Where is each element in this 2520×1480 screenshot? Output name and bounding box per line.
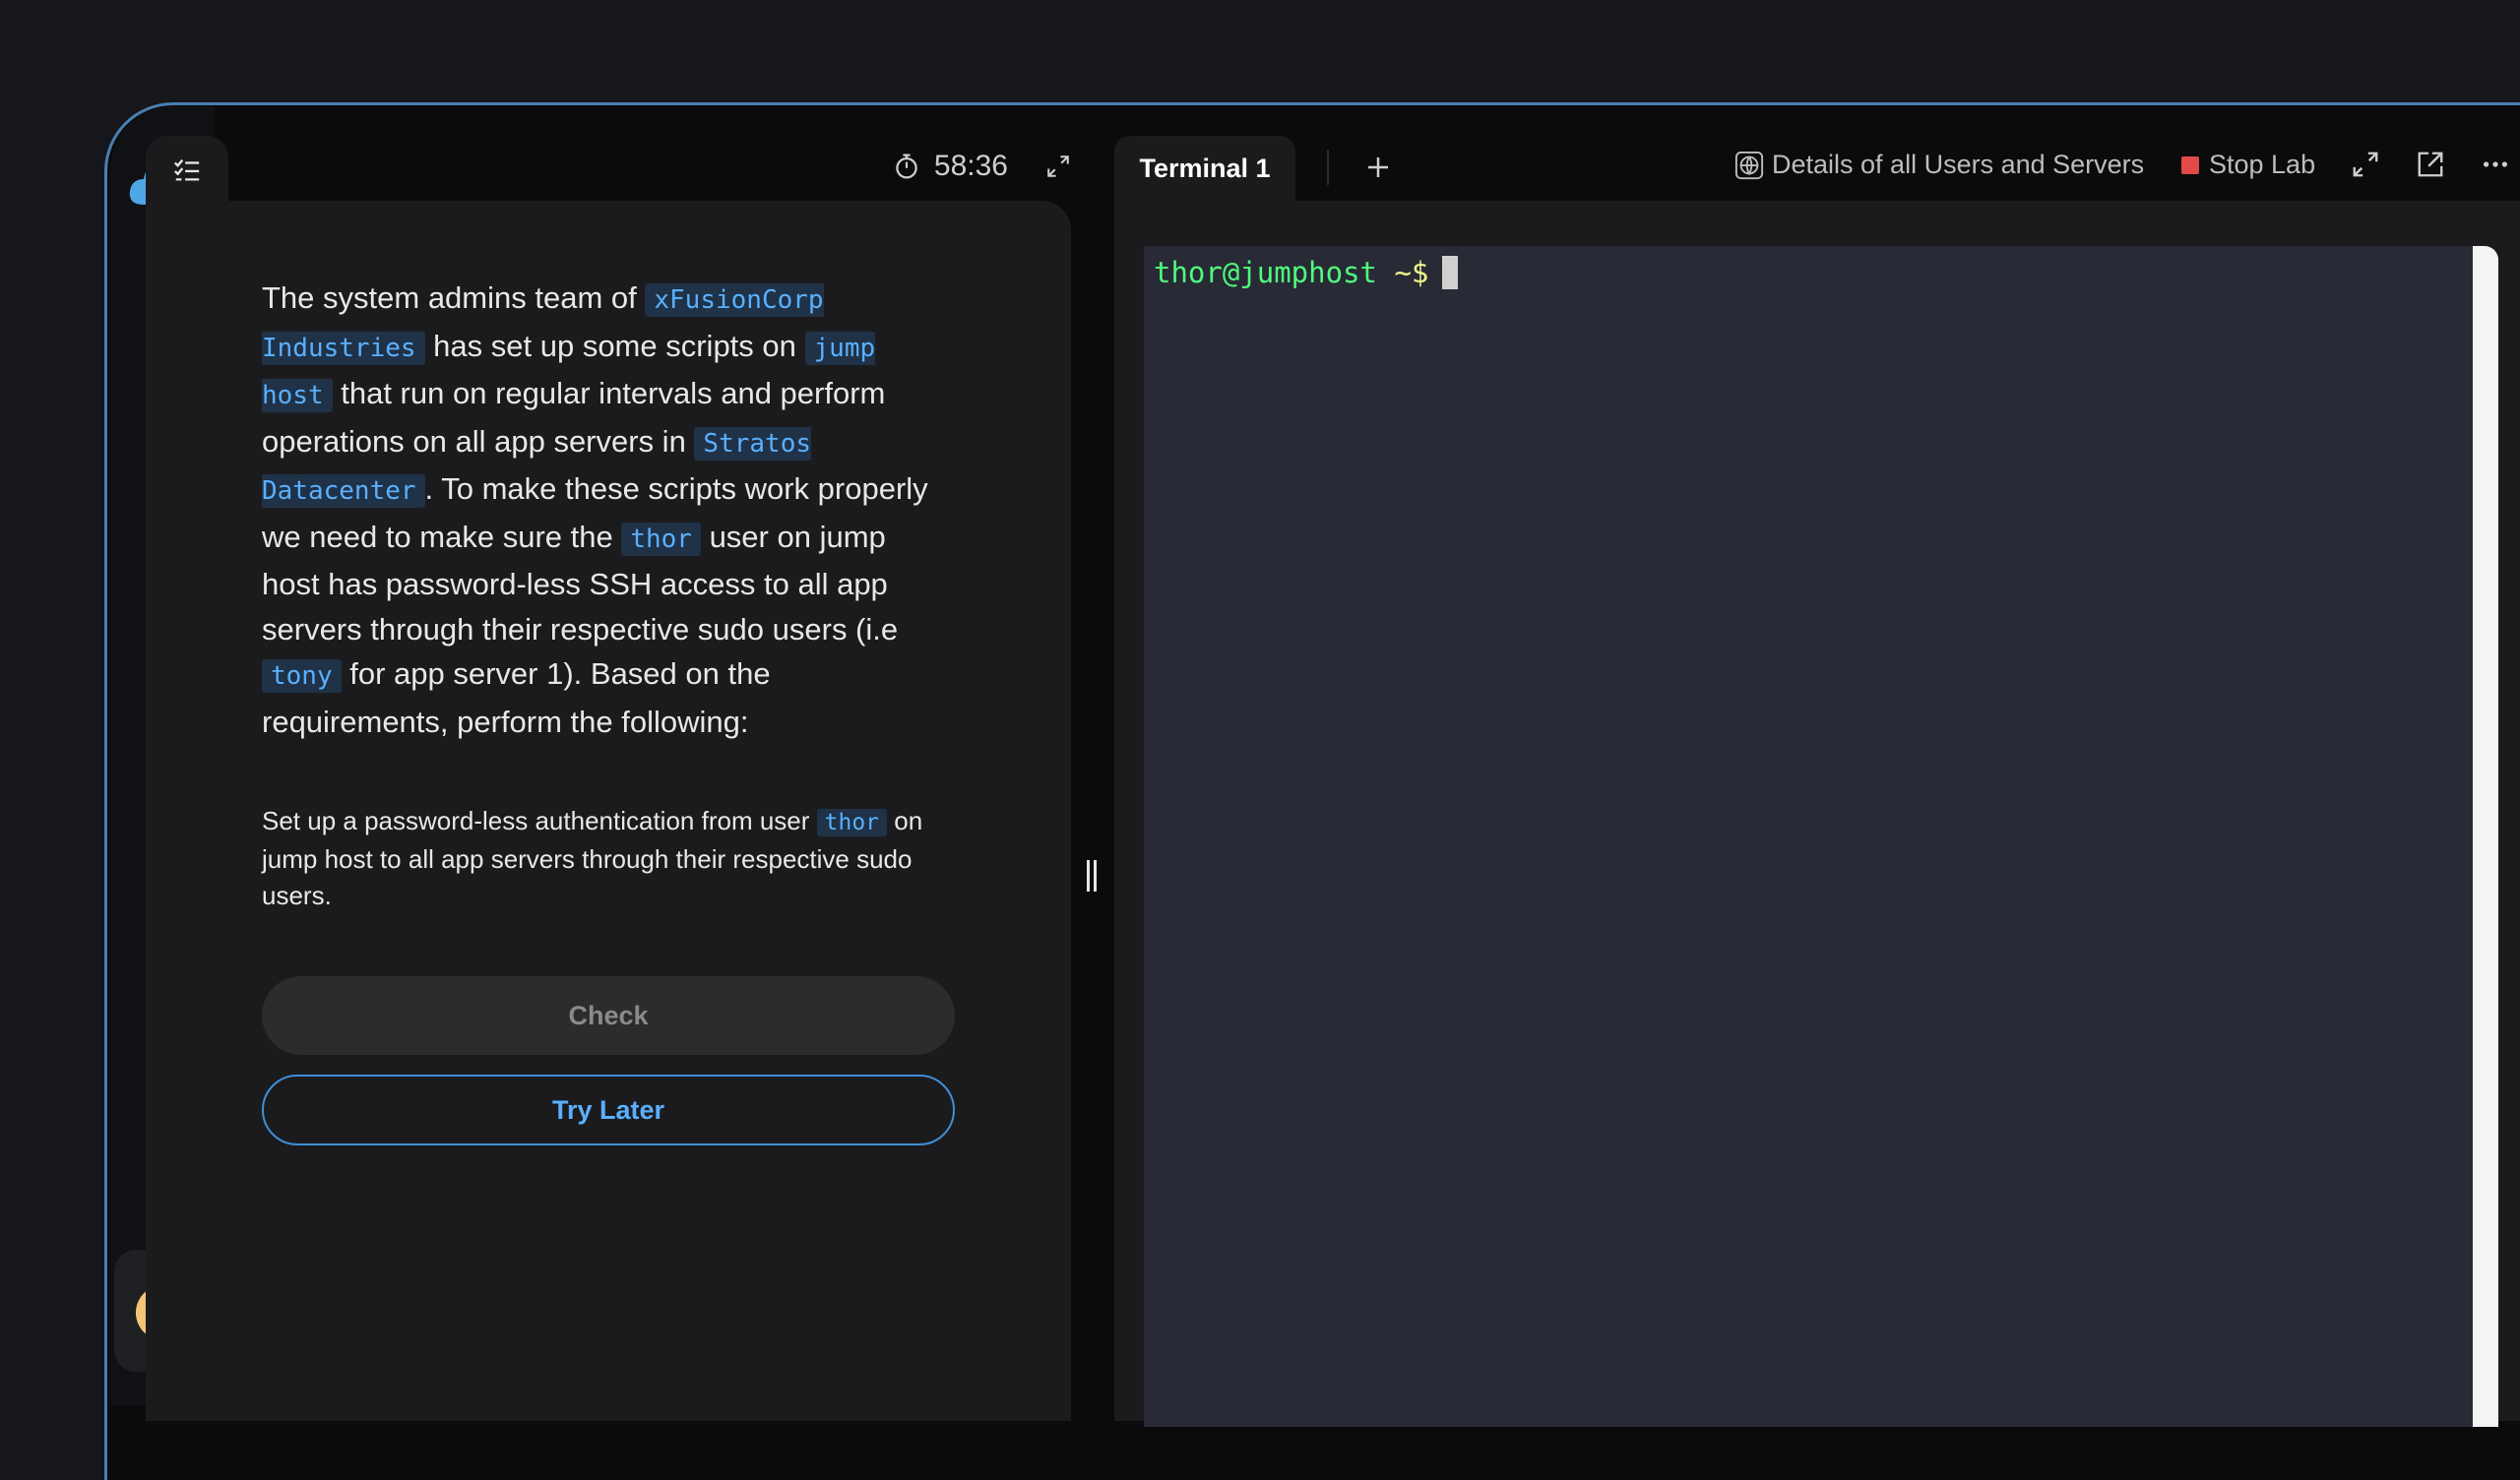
inline-code: tony: [262, 659, 342, 693]
tab-terminal-1[interactable]: Terminal 1: [1114, 136, 1295, 201]
prompt-user: thor@jumphost: [1154, 256, 1377, 289]
more-options-icon[interactable]: [2481, 150, 2516, 185]
text-segment: has set up some scripts on: [424, 328, 805, 363]
open-external-icon[interactable]: [2416, 150, 2451, 185]
check-button[interactable]: Check: [262, 976, 955, 1055]
timer: 58:36: [893, 150, 1071, 183]
prompt-symbol: ~$: [1376, 256, 1429, 289]
terminal-container: thor@jumphost ~$: [1114, 201, 2520, 1427]
task-requirement: Set up a password-less authentication fr…: [262, 803, 951, 914]
terminal-panel: Terminal 1 Details of all Users and Serv…: [1114, 136, 2520, 1427]
stopwatch-icon: [896, 154, 917, 179]
timer-value: 58:36: [933, 150, 1008, 182]
terminal-screen[interactable]: thor@jumphost ~$: [1144, 246, 2498, 1427]
terminal-prompt: thor@jumphost ~$: [1154, 256, 1459, 289]
tab-divider: [1327, 150, 1329, 185]
terminal-cursor: [1442, 256, 1459, 289]
task-list-icon: [173, 158, 200, 181]
inline-code: thor: [816, 809, 888, 836]
text-segment: The system admins team of: [262, 280, 646, 315]
details-button[interactable]: Details of all Users and Servers: [1734, 150, 2144, 180]
instructions-body: The system admins team of xFusionCorp In…: [146, 201, 1071, 1421]
globe-icon: [1734, 151, 1764, 179]
panel-resize-handle[interactable]: [1085, 860, 1099, 892]
task-list-tab[interactable]: [146, 136, 228, 205]
details-label: Details of all Users and Servers: [1772, 150, 2145, 179]
task-description: The system admins team of xFusionCorp In…: [262, 276, 951, 744]
expand-icon[interactable]: [1045, 154, 1071, 179]
instructions-panel: 58:36 The system admins team of xFusionC…: [146, 136, 1071, 1421]
try-later-button[interactable]: Try Later: [262, 1075, 955, 1145]
stop-lab-label: Stop Lab: [2209, 150, 2316, 179]
text-segment: Set up a password-less authentication fr…: [262, 806, 817, 835]
stop-lab-button[interactable]: Stop Lab: [2181, 150, 2315, 180]
expand-terminal-icon[interactable]: [2351, 150, 2386, 185]
stop-icon: [2181, 155, 2199, 174]
add-tab-icon[interactable]: [1358, 148, 1398, 187]
inline-code: thor: [621, 522, 701, 556]
terminal-scrollbar[interactable]: [2473, 246, 2498, 1427]
